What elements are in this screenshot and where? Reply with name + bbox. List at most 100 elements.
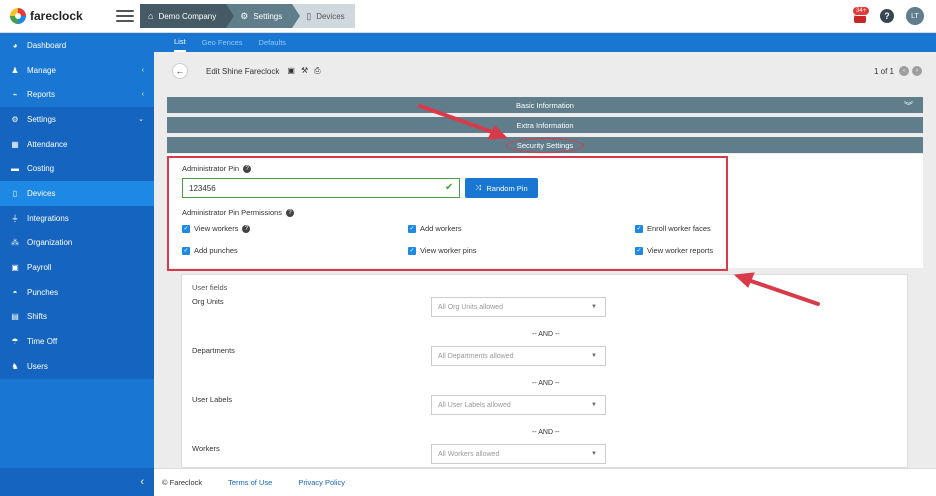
pager: 1 of 1 ‹ › — [874, 66, 922, 76]
checkbox-checked-icon[interactable]: ✓ — [408, 246, 416, 255]
tab-list[interactable]: List — [174, 33, 186, 52]
and-separator: -- AND -- — [532, 380, 560, 387]
checkbox-view-workers[interactable]: ✓ View workers ? — [182, 224, 251, 233]
sidebar-item-costing[interactable]: ▬ Costing — [0, 156, 154, 182]
calendar-icon: ▦ — [11, 139, 19, 149]
workers-label: Workers — [192, 444, 220, 453]
checkbox-checked-icon[interactable]: ✓ — [408, 224, 416, 233]
caret-down-icon: ▼ — [591, 402, 597, 408]
sidebar-collapse-button[interactable]: ‹ — [0, 468, 154, 496]
sidebar-item-payroll[interactable]: ▣ Payroll — [0, 255, 154, 280]
sidebar-item-attendance[interactable]: ▦ Attendance — [0, 131, 154, 157]
caret-down-icon: ▼ — [591, 353, 597, 359]
breadcrumb-demo-company[interactable]: ⌂ Demo Company — [140, 4, 235, 28]
chevron-down-icon: ⌄ — [138, 116, 144, 124]
money-icon: ▣ — [11, 263, 19, 273]
sitemap-icon: ⁂ — [11, 238, 19, 248]
checkbox-enroll-worker-faces[interactable]: ✓ Enroll worker faces — [635, 224, 711, 233]
briefcase-icon: ▬ — [11, 164, 19, 174]
and-separator: -- AND -- — [532, 331, 560, 338]
help-icon[interactable]: ? — [286, 208, 295, 217]
checkbox-checked-icon[interactable]: ✓ — [635, 224, 643, 233]
top-bar: fareclock ⌂ Demo Company ⚙ Settings ▯ De… — [0, 0, 936, 33]
departments-label: Departments — [192, 346, 235, 355]
sidebar-item-time-off[interactable]: ☂ Time Off — [0, 329, 154, 354]
previous-page-icon[interactable]: ‹ — [899, 66, 909, 76]
user-fields-panel: User fields Org Units All Org Units allo… — [181, 274, 908, 468]
gear-icon: ⚙ — [240, 10, 249, 21]
footer: © Fareclock Terms of Use Privacy Policy — [154, 468, 936, 496]
menu-toggle-icon[interactable] — [116, 10, 134, 22]
random-pin-button[interactable]: ⤨ Random Pin — [465, 178, 538, 198]
sidebar-item-integrations[interactable]: ⏚ Integrations — [0, 205, 154, 231]
checkbox-checked-icon[interactable]: ✓ — [182, 246, 190, 255]
section-extra-information[interactable]: Extra Information — [167, 117, 923, 133]
help-icon[interactable]: ? — [243, 164, 252, 173]
plug-icon: ⏚ — [11, 213, 19, 223]
user-avatar[interactable]: LT — [906, 7, 924, 25]
checkbox-view-worker-pins[interactable]: ✓ View worker pins — [408, 246, 477, 255]
user-labels-select[interactable]: All User Labels allowed ▼ — [431, 395, 606, 415]
breadcrumb-devices[interactable]: ▯ Devices — [292, 4, 355, 28]
tools-icon[interactable]: ⚒ — [301, 66, 308, 76]
checkbox-add-workers[interactable]: ✓ Add workers — [408, 224, 462, 233]
chevron-left-icon: ‹ — [141, 91, 144, 99]
users-icon: ♞ — [11, 361, 19, 371]
brand-name: fareclock — [30, 9, 83, 23]
tab-defaults[interactable]: Defaults — [259, 33, 287, 52]
sidebar: ◕ Dashboard ♟ Manage ‹ ⌁ Reports ‹ ⚙ Settings ⌄… — [0, 33, 154, 496]
shuffle-icon: ⤨ — [475, 183, 482, 192]
checkbox-add-punches[interactable]: ✓ Add punches — [182, 246, 238, 255]
print-icon[interactable]: ⎙ — [314, 66, 320, 76]
section-basic-information[interactable]: Basic Information ︾ — [167, 97, 923, 113]
sidebar-item-users[interactable]: ♞ Users — [0, 353, 154, 379]
schedule-icon: ▤ — [11, 312, 19, 322]
main-content: ← Edit Shine Fareclock ▣ ⚒ ⎙ 1 of 1 ‹ › … — [154, 52, 936, 468]
page-title: Edit Shine Fareclock — [206, 66, 280, 76]
checkbox-checked-icon[interactable]: ✓ — [182, 224, 190, 233]
sidebar-item-manage[interactable]: ♟ Manage ‹ — [0, 58, 154, 83]
help-icon[interactable]: ? — [242, 224, 251, 233]
expand-all-icon[interactable]: ︾ — [904, 99, 913, 112]
caret-down-icon: ▼ — [591, 304, 597, 310]
device-toolbar: ← Edit Shine Fareclock ▣ ⚒ ⎙ 1 of 1 ‹ › — [172, 62, 922, 80]
device-icon: ▯ — [12, 188, 18, 198]
administrator-pin-input[interactable] — [182, 178, 460, 198]
gear-icon: ⚙ — [11, 114, 19, 124]
back-arrow-icon[interactable]: ← — [172, 63, 188, 79]
sidebar-item-dashboard[interactable]: ◕ Dashboard — [0, 33, 154, 58]
terms-of-use-link[interactable]: Terms of Use — [228, 478, 272, 487]
sidebar-item-organization[interactable]: ⁂ Organization — [0, 230, 154, 256]
user-labels-label: User Labels — [192, 395, 233, 404]
security-settings-panel: Administrator Pin ? ✔ ⤨ Random Pin Admin… — [167, 154, 923, 268]
dashboard-icon: ◕ — [12, 40, 18, 50]
breadcrumb: ⌂ Demo Company ⚙ Settings ▯ Devices — [140, 4, 355, 28]
brand-logo[interactable]: fareclock — [0, 8, 108, 24]
departments-select[interactable]: All Departments allowed ▼ — [431, 346, 606, 366]
id-card-icon[interactable]: ▣ — [287, 66, 295, 76]
help-icon[interactable]: ? — [880, 9, 894, 23]
administrator-pin-label: Administrator Pin ? — [182, 164, 252, 173]
sidebar-item-settings[interactable]: ⚙ Settings ⌄ — [0, 107, 154, 132]
sidebar-item-shifts[interactable]: ▤ Shifts — [0, 304, 154, 330]
sidebar-item-reports[interactable]: ⌁ Reports ‹ — [0, 82, 154, 107]
checkbox-view-worker-reports[interactable]: ✓ View worker reports — [635, 246, 713, 255]
workers-select[interactable]: All Workers allowed ▼ — [431, 444, 606, 464]
car-icon: ◓ — [12, 287, 18, 297]
breadcrumb-settings[interactable]: ⚙ Settings — [226, 4, 301, 28]
checkbox-checked-icon[interactable]: ✓ — [635, 246, 643, 255]
org-units-label: Org Units — [192, 297, 224, 306]
tab-bar: List Geo Fences Defaults — [154, 33, 936, 52]
umbrella-icon: ☂ — [11, 337, 19, 347]
next-page-icon[interactable]: › — [912, 66, 922, 76]
chevron-left-icon: ‹ — [141, 66, 144, 74]
privacy-policy-link[interactable]: Privacy Policy — [298, 478, 345, 487]
notifications-button[interactable]: 34+ — [852, 6, 871, 23]
tab-geo-fences[interactable]: Geo Fences — [202, 33, 243, 52]
section-security-settings[interactable]: Security Settings — [167, 137, 923, 153]
pin-permissions-label: Administrator Pin Permissions ? — [182, 208, 295, 217]
caret-down-icon: ▼ — [591, 451, 597, 457]
org-units-select[interactable]: All Org Units allowed ▼ — [431, 297, 606, 317]
sidebar-item-punches[interactable]: ◓ Punches — [0, 279, 154, 305]
sidebar-item-devices[interactable]: ▯ Devices — [0, 181, 154, 206]
